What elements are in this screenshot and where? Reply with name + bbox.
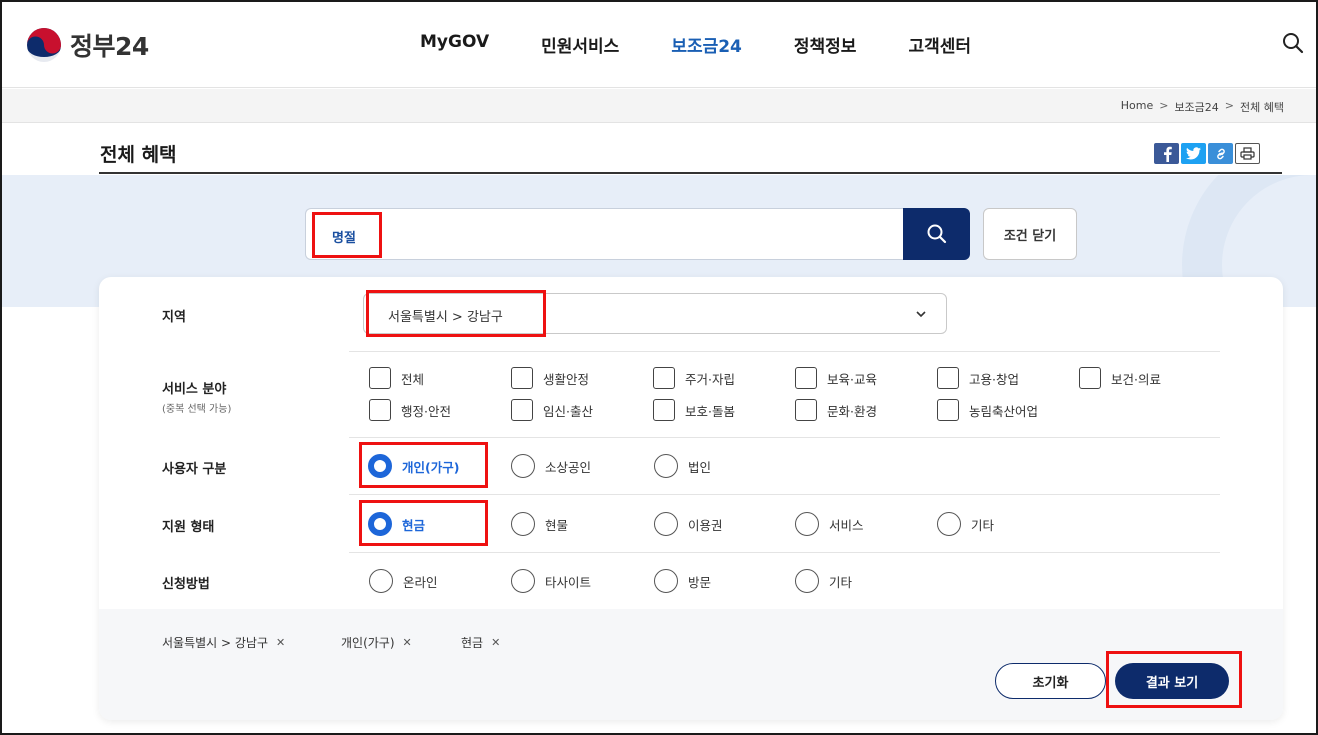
support-type-voucher[interactable]: 이용권 (654, 512, 723, 536)
checkbox[interactable] (1079, 367, 1101, 389)
breadcrumb-current: 전체 혜택 (1240, 101, 1284, 114)
selected-tag-support-type: 현금 ✕ (461, 636, 501, 650)
checkbox[interactable] (511, 399, 533, 421)
nav-item-mygov[interactable]: MyGOV (420, 32, 489, 57)
breadcrumb-home[interactable]: Home (1121, 99, 1153, 115)
chevron-right-icon: > (1159, 99, 1169, 112)
service-option-safety[interactable]: 행정·안전 (369, 399, 451, 421)
support-type-service[interactable]: 서비스 (795, 512, 864, 536)
logo-text: 정부24 (70, 32, 149, 61)
support-type-etc[interactable]: 기타 (937, 512, 994, 536)
print-icon[interactable] (1235, 143, 1260, 164)
share-buttons (1154, 143, 1260, 164)
checkbox[interactable] (511, 367, 533, 389)
main-nav: MyGOV 민원서비스 보조금24 정책정보 고객센터 (420, 32, 1023, 57)
service-option-employment[interactable]: 고용·창업 (937, 367, 1019, 389)
radio[interactable] (795, 512, 819, 536)
service-option-agriculture[interactable]: 농림축산어업 (937, 399, 1038, 421)
selected-tag-user-type: 개인(가구) ✕ (341, 636, 412, 650)
breadcrumb-subsidy24[interactable]: 보조금24 (1174, 99, 1218, 115)
checkbox[interactable] (653, 367, 675, 389)
chevron-down-icon (916, 311, 926, 318)
nav-item-customer-center[interactable]: 고객센터 (908, 32, 971, 57)
radio[interactable] (795, 569, 819, 593)
reset-button[interactable]: 초기화 (995, 663, 1106, 699)
checkbox[interactable] (653, 399, 675, 421)
service-option-health[interactable]: 보건·의료 (1079, 367, 1161, 389)
apply-method-other-site[interactable]: 타사이트 (511, 569, 591, 593)
radio[interactable] (368, 454, 392, 478)
service-option-care[interactable]: 보호·돌봄 (653, 399, 735, 421)
radio[interactable] (511, 569, 535, 593)
site-header: 정부24 MyGOV 민원서비스 보조금24 정책정보 고객센터 (0, 0, 1318, 88)
region-select-value: 서울특별시 > 강남구 (388, 310, 503, 325)
service-option-housing[interactable]: 주거·자립 (653, 367, 735, 389)
site-logo[interactable]: 정부24 (26, 27, 149, 63)
radio[interactable] (511, 512, 535, 536)
service-field-sublabel: (중복 선택 가능) (162, 404, 232, 415)
search-button[interactable] (903, 208, 970, 260)
apply-method-online[interactable]: 온라인 (369, 569, 438, 593)
service-option-culture[interactable]: 문화·환경 (795, 399, 877, 421)
close-icon[interactable]: ✕ (403, 636, 412, 649)
service-option-living[interactable]: 생활안정 (511, 367, 589, 389)
radio[interactable] (511, 454, 535, 478)
checkbox[interactable] (369, 399, 391, 421)
search-input-value: 명절 (332, 231, 356, 246)
nav-item-policy-info[interactable]: 정책정보 (794, 32, 857, 57)
breadcrumb-bar: Home > 보조금24 > 전체 혜택 (2, 89, 1316, 123)
selected-tag-region: 서울특별시 > 강남구 ✕ (162, 636, 286, 650)
service-option-childcare[interactable]: 보육·교육 (795, 367, 877, 389)
page-title: 전체 혜택 (100, 144, 177, 166)
checkbox[interactable] (369, 367, 391, 389)
checkbox[interactable] (795, 367, 817, 389)
twitter-icon[interactable] (1181, 143, 1206, 164)
apply-method-etc[interactable]: 기타 (795, 569, 852, 593)
service-option-pregnancy[interactable]: 임신·출산 (511, 399, 593, 421)
checkbox[interactable] (937, 367, 959, 389)
apply-method-visit[interactable]: 방문 (654, 569, 711, 593)
taegeuk-logo-icon (27, 28, 61, 63)
support-type-goods[interactable]: 현물 (511, 512, 568, 536)
service-option-all[interactable]: 전체 (369, 367, 424, 389)
radio[interactable] (368, 512, 392, 536)
facebook-icon[interactable] (1154, 143, 1179, 164)
checkbox[interactable] (937, 399, 959, 421)
breadcrumb: Home > 보조금24 > 전체 혜택 (1121, 99, 1284, 115)
radio[interactable] (937, 512, 961, 536)
radio[interactable] (654, 512, 678, 536)
close-conditions-button[interactable]: 조건 닫기 (983, 208, 1077, 260)
link-icon[interactable] (1208, 143, 1233, 164)
search-icon (927, 224, 946, 244)
region-label: 지역 (162, 310, 186, 325)
radio[interactable] (654, 569, 678, 593)
user-type-corporation[interactable]: 법인 (654, 454, 711, 478)
nav-item-subsidy24[interactable]: 보조금24 (671, 32, 742, 57)
close-icon[interactable]: ✕ (491, 636, 500, 649)
user-type-small-business[interactable]: 소상공인 (511, 454, 591, 478)
user-type-label: 사용자 구분 (162, 462, 227, 477)
view-results-button[interactable]: 결과 보기 (1115, 663, 1229, 699)
support-type-cash[interactable]: 현금 (368, 512, 425, 536)
title-divider (99, 172, 1282, 174)
support-type-label: 지원 형태 (162, 520, 215, 535)
user-type-individual[interactable]: 개인(가구) (368, 454, 459, 478)
close-icon[interactable]: ✕ (276, 636, 285, 649)
radio[interactable] (369, 569, 393, 593)
search-icon[interactable] (1282, 32, 1304, 54)
radio[interactable] (654, 454, 678, 478)
search-input[interactable] (305, 208, 905, 260)
selected-filters-area (99, 609, 1283, 720)
nav-item-civil-service[interactable]: 민원서비스 (541, 32, 619, 57)
chevron-right-icon: > (1224, 99, 1235, 112)
service-field-label: 서비스 분야 (162, 382, 227, 397)
checkbox[interactable] (795, 399, 817, 421)
apply-method-label: 신청방법 (162, 577, 210, 592)
